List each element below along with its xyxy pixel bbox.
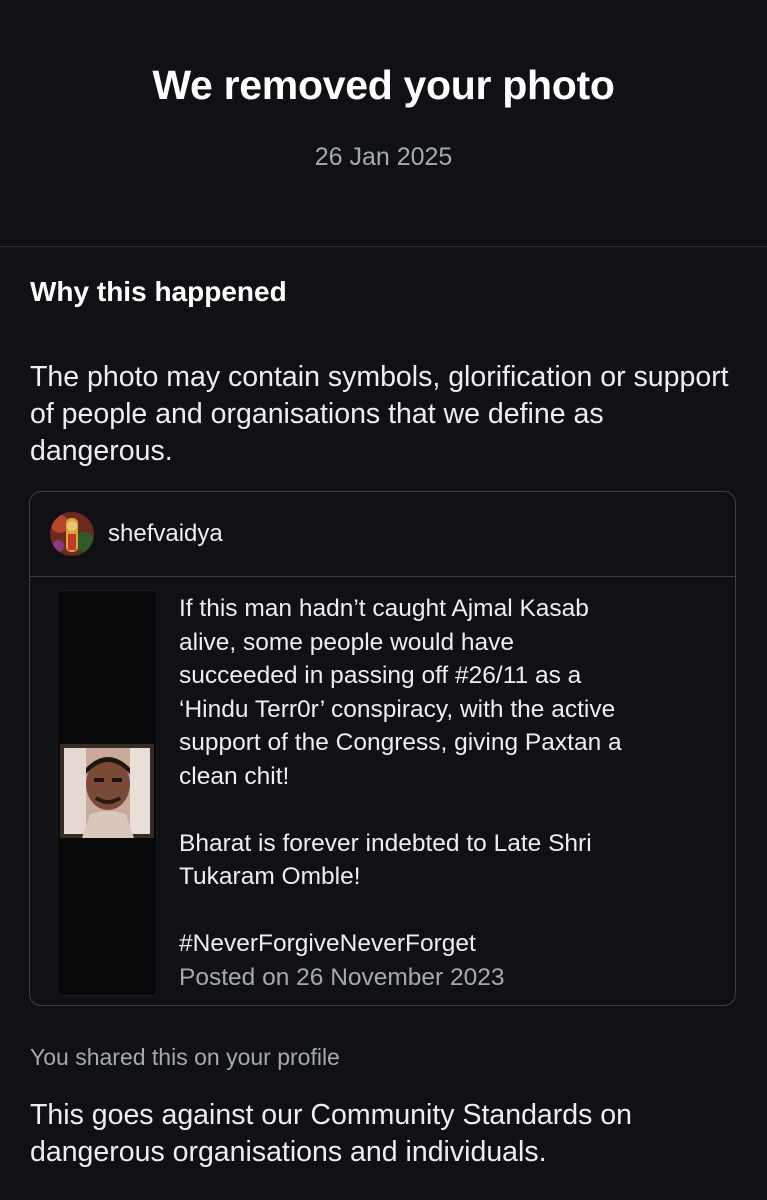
removal-date: 26 Jan 2025 [314,143,453,171]
why-heading: Why this happened [30,276,287,307]
posted-date: Posted on 26 November 2023 [179,963,505,991]
caption-line: succeeded in passing off #26/11 as a [179,662,582,689]
caption-line: If this man hadn’t caught Ajmal Kasab [179,595,589,622]
caption-line: Tukaram Omble! [179,863,361,890]
post-photo-frame [57,590,157,996]
post-caption: If this man hadn’t caught Ajmal Kasab al… [179,592,724,994]
caption-line: Bharat is forever indebted to Late Shri [179,829,592,857]
removed-post-card[interactable]: shefvaidya If this man hadn’t caught Ajm… [29,491,736,1006]
shared-note: You shared this on your profile [30,1044,340,1070]
caption-line: ‘Hindu Terr0r’ conspiracy, with the acti… [179,695,616,723]
avatar[interactable] [50,512,94,556]
standards-text: This goes against our Community Standard… [30,1099,632,1168]
post-header: shefvaidya [30,492,735,577]
caption-line: clean chit! [179,762,290,790]
header: We removed your photo 26 Jan 2025 [0,0,767,247]
post-photo[interactable] [60,744,154,838]
post-username[interactable]: shefvaidya [108,520,223,548]
caption-line: alive, some people would have [179,628,515,656]
why-text: The photo may contain symbols, glorifica… [30,361,729,467]
caption-hashtag: #NeverForgiveNeverForget [179,930,476,957]
page-title: We removed your photo [152,62,615,108]
caption-line: support of the Congress, giving Paxtan a [179,729,622,756]
